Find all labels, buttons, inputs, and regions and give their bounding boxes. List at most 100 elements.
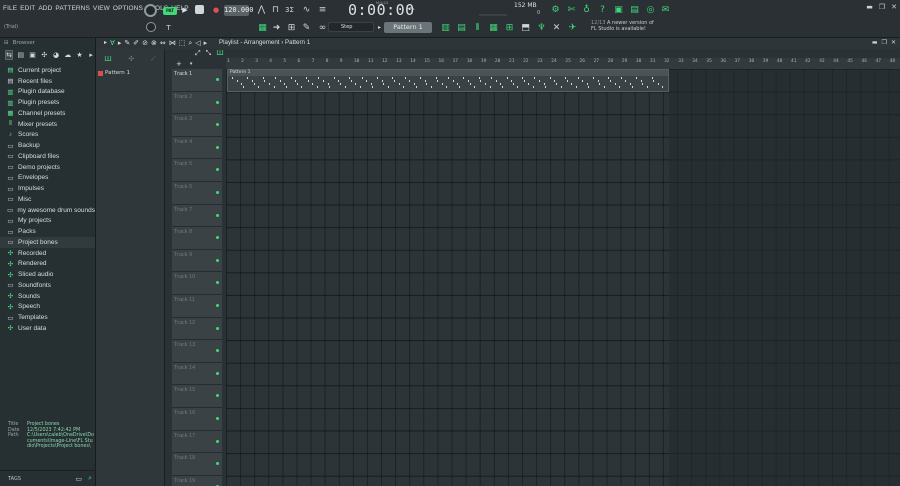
- browser-item[interactable]: ▭ Envelopes: [0, 173, 95, 184]
- settings-icon[interactable]: ⚙: [550, 5, 561, 15]
- picker-automation-icon[interactable]: ⟋: [151, 55, 156, 64]
- draw-tool-icon[interactable]: ✎: [301, 23, 312, 33]
- menu-patterns[interactable]: PATTERNS: [55, 5, 90, 12]
- playback-arrow-icon[interactable]: ▸: [204, 39, 208, 48]
- browser-item[interactable]: ✣ Sliced audio: [0, 269, 95, 280]
- track-active-led[interactable]: [216, 349, 219, 353]
- track-header[interactable]: Track 19: [172, 475, 222, 486]
- browser-item[interactable]: ▭ Clipboard files: [0, 151, 95, 162]
- track-active-led[interactable]: [216, 258, 219, 262]
- track-header[interactable]: Track 16: [172, 407, 222, 431]
- playlist-minimize-icon[interactable]: ▬: [872, 39, 878, 46]
- zoom-icon[interactable]: ⌕: [188, 39, 192, 48]
- track-header[interactable]: Track 6: [172, 181, 222, 205]
- plugins-icon[interactable]: ✣: [40, 51, 48, 59]
- mixer-view-icon[interactable]: ⊞: [286, 23, 297, 33]
- track-header[interactable]: Track 13: [172, 340, 222, 363]
- browser-item[interactable]: ▭ Packs: [0, 226, 95, 237]
- arrangement-grid[interactable]: 1 2 3 4 5 6 7 8 9 10 11 12 13 14 15 16 17 18 19 20 21 22 23 24 2…: [226, 58, 900, 486]
- loop-record-icon[interactable]: ≡: [317, 5, 328, 15]
- patterns-header-icon[interactable]: Ш: [216, 49, 224, 58]
- track-header[interactable]: Track 10: [172, 272, 222, 295]
- slip-icon[interactable]: ⇔: [160, 39, 166, 48]
- chat-icon[interactable]: ◎: [645, 5, 656, 15]
- browser-item[interactable]: ✣ Rendered: [0, 259, 95, 270]
- browser-item[interactable]: ▤ Recent files: [0, 76, 95, 87]
- track-header[interactable]: Track 4: [172, 136, 222, 160]
- browser-item[interactable]: ⫴ Mixer presets: [0, 119, 95, 130]
- browser-item[interactable]: ♪ Scores: [0, 130, 95, 141]
- paint-icon[interactable]: ✐: [133, 39, 139, 48]
- news-panel[interactable]: 12/13 A newer version of FL Studio is av…: [591, 20, 661, 32]
- pin-icon[interactable]: ⊟: [4, 40, 9, 46]
- track-active-led[interactable]: [216, 394, 219, 398]
- playlist-view-icon[interactable]: ▦: [257, 23, 268, 33]
- browser-item[interactable]: ▦ Channel presets: [0, 108, 95, 119]
- snap-select[interactable]: Step: [328, 22, 374, 32]
- track-active-led[interactable]: [216, 326, 219, 330]
- track-header[interactable]: Track 18: [172, 453, 222, 476]
- track-header[interactable]: Track 1: [172, 69, 222, 92]
- track-header[interactable]: Track 9: [172, 249, 222, 273]
- browser-item[interactable]: ▥ Plugin database: [0, 87, 95, 98]
- menu-options[interactable]: OPTIONS: [113, 5, 143, 12]
- track-active-led[interactable]: [216, 78, 219, 81]
- browser-item[interactable]: ✣ Sounds: [0, 291, 95, 302]
- browser-item[interactable]: ✣ Recorded: [0, 248, 95, 259]
- pattern-song-toggle[interactable]: PAT: [163, 7, 177, 15]
- track-header[interactable]: Track 12: [172, 317, 222, 341]
- timeline-ruler[interactable]: 1 2 3 4 5 6 7 8 9 10 11 12 13 14 15 16 17 18 19 20 21 22 23 24 2…: [226, 58, 900, 69]
- projects-icon[interactable]: ▤: [17, 51, 25, 59]
- files-icon[interactable]: ▣: [29, 51, 37, 59]
- browser-item[interactable]: ✣ Speech: [0, 302, 95, 313]
- magnet-icon[interactable]: Ɐ: [110, 39, 115, 48]
- pattern-select[interactable]: Pattern 1: [384, 22, 432, 33]
- close-icon[interactable]: ✕: [891, 3, 897, 11]
- tag-folder-icon[interactable]: ▭: [75, 475, 82, 483]
- online-icon[interactable]: ✈: [567, 23, 578, 33]
- arrow-icon[interactable]: ➜: [271, 23, 282, 33]
- all-icon[interactable]: ⇆: [5, 50, 13, 60]
- track-header[interactable]: Track 3: [172, 114, 222, 137]
- browser-item[interactable]: ▥ Plugin presets: [0, 97, 95, 108]
- menu-view[interactable]: VIEW: [93, 5, 110, 12]
- track-active-led[interactable]: [216, 303, 219, 307]
- browser-item[interactable]: ▤ Current project: [0, 65, 95, 76]
- browser-item[interactable]: ▭ my awesome drum sounds: [0, 205, 95, 216]
- pattern-clip[interactable]: Pattern 1: [227, 69, 669, 92]
- track-active-led[interactable]: [216, 100, 219, 104]
- master-pitch-knob[interactable]: [146, 22, 156, 32]
- track-header[interactable]: Track 2: [172, 91, 222, 115]
- mail-icon[interactable]: ✉: [660, 5, 671, 15]
- more-icon[interactable]: ▸: [87, 51, 95, 59]
- wait-input-icon[interactable]: ⊓: [270, 5, 281, 15]
- tempo-display[interactable]: 120.000: [224, 5, 254, 16]
- track-active-led[interactable]: [216, 145, 219, 149]
- channel-rack-icon[interactable]: ▥: [440, 23, 451, 33]
- record-arrow-icon[interactable]: ▸: [118, 39, 122, 48]
- track-header[interactable]: Track 7: [172, 204, 222, 228]
- blend-notes-icon[interactable]: ∿: [301, 5, 312, 15]
- menu-edit[interactable]: EDIT: [20, 5, 35, 12]
- playback-icon[interactable]: ◁: [195, 39, 200, 48]
- arrow-left-icon[interactable]: ⤢: [195, 49, 201, 58]
- browser-item[interactable]: ▭ My projects: [0, 216, 95, 227]
- countdown-icon[interactable]: 3Σ: [284, 5, 295, 15]
- menu-add[interactable]: ADD: [38, 5, 52, 12]
- picker-patterns-icon[interactable]: Ш: [104, 55, 112, 63]
- track-header[interactable]: Track 17: [172, 430, 222, 454]
- menu-file[interactable]: FILE: [3, 5, 17, 12]
- playlist-restore-icon[interactable]: ❐: [882, 39, 887, 46]
- browser-item[interactable]: ▭ Misc: [0, 194, 95, 205]
- link-icon[interactable]: ∞: [317, 23, 328, 33]
- help-icon[interactable]: ?: [597, 5, 608, 15]
- browser-item[interactable]: ▭ Backup: [0, 140, 95, 151]
- cut-icon[interactable]: ✕: [551, 23, 562, 33]
- track-active-led[interactable]: [216, 168, 219, 172]
- add-track-icon[interactable]: +: [176, 60, 182, 68]
- microphone-icon[interactable]: ♁: [581, 5, 592, 15]
- browser-item[interactable]: ▭ Impulses: [0, 183, 95, 194]
- delete-icon[interactable]: ⊘: [142, 39, 148, 48]
- playlist-close-icon[interactable]: ✕: [891, 39, 896, 46]
- play-button[interactable]: ▶: [180, 5, 190, 15]
